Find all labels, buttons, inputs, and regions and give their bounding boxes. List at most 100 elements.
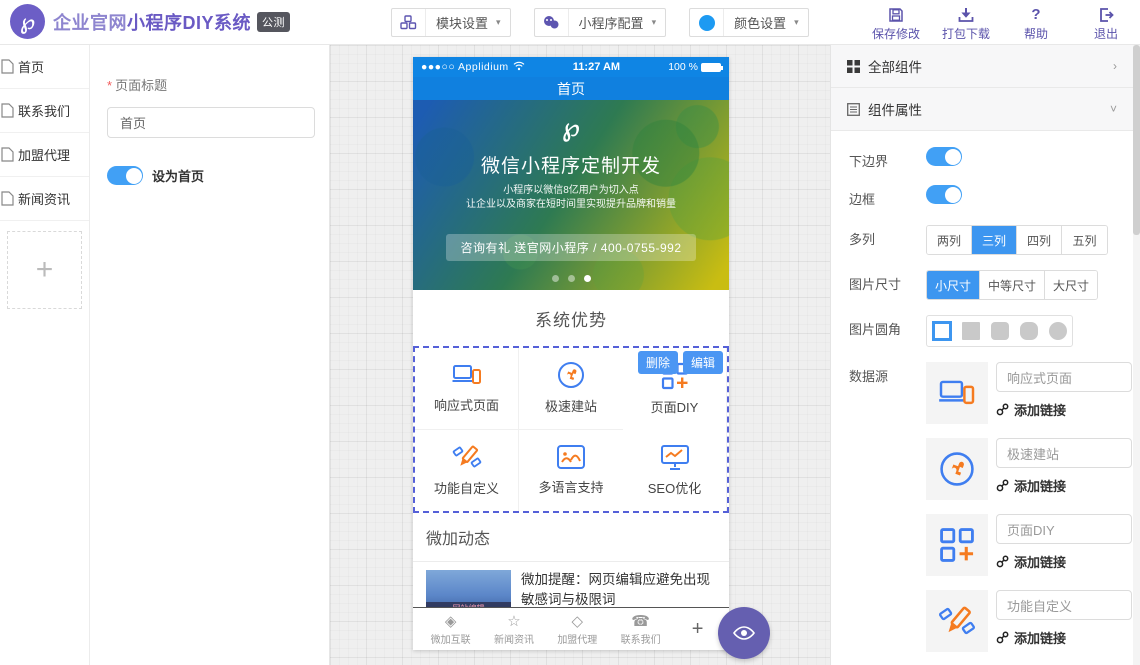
datasource-name-input[interactable] (996, 362, 1132, 392)
delete-component-button[interactable]: 删除 (638, 351, 678, 374)
add-link-button[interactable]: 添加链接 (996, 628, 1132, 647)
sidebar-item-news[interactable]: 新闻资讯 (0, 177, 89, 221)
page-title-input[interactable] (107, 107, 315, 138)
hero-banner[interactable]: ℘ 微信小程序定制开发 小程序以微信8亿用户为切入点 让企业以及商家在短时间里实… (413, 100, 729, 290)
feature-seo[interactable]: SEO优化 (623, 430, 727, 512)
carousel-dot[interactable] (552, 275, 559, 282)
datasource-thumb[interactable] (926, 362, 988, 424)
image-size-large[interactable]: 大尺寸 (1045, 271, 1097, 299)
page-settings-panel: *页面标题 设为首页 (90, 45, 330, 665)
save-button[interactable]: 保存修改 (870, 5, 922, 42)
datasource-item: 添加链接 (926, 514, 1132, 576)
tab-label: 联系我们 (621, 631, 661, 646)
feature-custom-function[interactable]: 功能自定义 (415, 430, 519, 512)
help-button[interactable]: ? 帮助 (1010, 5, 1062, 42)
image-size-row: 图片尺寸 小尺寸 中等尺寸 大尺寸 (849, 270, 1133, 300)
datasource-thumb[interactable] (926, 590, 988, 652)
download-icon (958, 5, 974, 23)
scrollbar-thumb[interactable] (1133, 45, 1140, 235)
bottom-border-toggle[interactable] (926, 147, 962, 166)
preview-eye-button[interactable] (718, 607, 770, 659)
color-settings-button[interactable]: 颜色设置 ▾ (689, 8, 809, 37)
vertical-scrollbar[interactable] (1133, 45, 1140, 665)
tab-agency[interactable]: ◇ 加盟代理 (546, 613, 609, 646)
add-link-button[interactable]: 添加链接 (996, 552, 1132, 571)
bottom-border-row: 下边界 (849, 147, 1133, 170)
feature-grid-selected-component[interactable]: 删除 编辑 响应式页面 极速建站 页面DIY 功能自定义 (413, 346, 729, 513)
app-title-primary: 企业官网 (53, 13, 127, 33)
columns-option-5[interactable]: 五列 (1062, 226, 1107, 254)
datasource-thumb[interactable] (926, 438, 988, 500)
radius-option-square-selected[interactable] (927, 315, 956, 347)
eye-icon (733, 625, 755, 641)
carousel-dot[interactable] (568, 275, 575, 282)
fast-build-icon (557, 361, 585, 389)
brand-logo-icon: ℘ (10, 4, 45, 39)
columns-label: 多列 (849, 225, 926, 248)
tab-news[interactable]: ☆ 新闻资讯 (482, 613, 545, 646)
exit-button[interactable]: 退出 (1080, 5, 1132, 42)
columns-row: 多列 两列 三列 四列 五列 (849, 225, 1133, 255)
radius-option-2[interactable] (985, 315, 1014, 347)
battery-indicator: 100 % (668, 61, 721, 73)
sidebar-item-home[interactable]: 首页 (0, 45, 89, 89)
radius-option-1[interactable] (956, 315, 985, 347)
hero-cta-button[interactable]: 咨询有礼 送官网小程序 / 400-0755-992 (446, 234, 695, 261)
image-size-segmented-control: 小尺寸 中等尺寸 大尺寸 (926, 270, 1098, 300)
set-home-toggle[interactable] (107, 166, 143, 185)
columns-option-4[interactable]: 四列 (1017, 226, 1062, 254)
all-components-row[interactable]: 全部组件 › (831, 45, 1133, 88)
feature-label: 多语言支持 (538, 477, 603, 496)
columns-option-3-selected[interactable]: 三列 (972, 226, 1017, 254)
sidebar-item-agency[interactable]: 加盟代理 (0, 133, 89, 177)
datasource-row: 数据源 添加链接 (849, 362, 1133, 665)
beta-badge: 公测 (257, 12, 290, 32)
design-canvas[interactable]: ●●●○○ Applidium 11:27 AM 100 % 首页 ℘ 微信小程… (330, 45, 830, 665)
seo-icon (660, 444, 690, 471)
carrier-text: ●●●○○ Applidium (421, 61, 509, 73)
miniprogram-config-button[interactable]: 小程序配置 ▾ (534, 8, 667, 37)
app-title: 企业官网小程序DIY系统公测 (53, 9, 290, 35)
image-size-small-selected[interactable]: 小尺寸 (927, 271, 980, 299)
datasource-name-input[interactable] (996, 590, 1132, 620)
feature-label: 功能自定义 (434, 478, 499, 497)
tab-weijia[interactable]: ◈ 微加互联 (419, 613, 482, 646)
carousel-dot-active[interactable] (584, 275, 591, 282)
datasource-thumb[interactable] (926, 514, 988, 576)
news-list-item[interactable]: 网站编辑 微加提醒：网页编辑应避免出现敏感词与极限词 (413, 562, 729, 607)
chevron-down-icon: ▾ (496, 17, 501, 28)
edit-component-button[interactable]: 编辑 (683, 351, 723, 374)
image-size-label: 图片尺寸 (849, 270, 926, 293)
link-icon (996, 631, 1009, 644)
add-link-button[interactable]: 添加链接 (996, 476, 1132, 495)
all-components-label: 全部组件 (868, 56, 1105, 76)
sidebar-item-label: 首页 (18, 57, 44, 76)
chevron-down-icon: ˅ (1110, 102, 1117, 116)
image-size-medium[interactable]: 中等尺寸 (980, 271, 1045, 299)
chevron-right-icon: › (1113, 59, 1117, 73)
add-link-label: 添加链接 (1014, 400, 1066, 419)
feature-fast-build[interactable]: 极速建站 (519, 348, 623, 430)
tab-add-button[interactable]: + (672, 618, 723, 641)
modules-cube-icon (392, 9, 426, 36)
sidebar-item-contact[interactable]: 联系我们 (0, 89, 89, 133)
feature-multi-language[interactable]: 多语言支持 (519, 430, 623, 512)
page-file-icon (1, 59, 14, 74)
radius-option-3[interactable] (1014, 315, 1043, 347)
add-link-button[interactable]: 添加链接 (996, 400, 1132, 419)
add-page-button[interactable]: + (7, 231, 82, 309)
datasource-name-input[interactable] (996, 514, 1132, 544)
module-settings-button[interactable]: 模块设置 ▾ (391, 8, 511, 37)
tab-label: 加盟代理 (557, 631, 597, 646)
tab-contact[interactable]: ☎ 联系我们 (609, 613, 672, 646)
radius-option-circle[interactable] (1043, 315, 1072, 347)
component-props-row[interactable]: 组件属性 ˅ (831, 88, 1133, 131)
feature-label: 极速建站 (545, 396, 597, 415)
plus-icon: + (36, 253, 54, 287)
border-toggle[interactable] (926, 185, 962, 204)
columns-option-2[interactable]: 两列 (927, 226, 972, 254)
add-link-label: 添加链接 (1014, 476, 1066, 495)
datasource-name-input[interactable] (996, 438, 1132, 468)
download-button[interactable]: 打包下载 (940, 5, 992, 42)
feature-responsive-page[interactable]: 响应式页面 (415, 348, 519, 430)
